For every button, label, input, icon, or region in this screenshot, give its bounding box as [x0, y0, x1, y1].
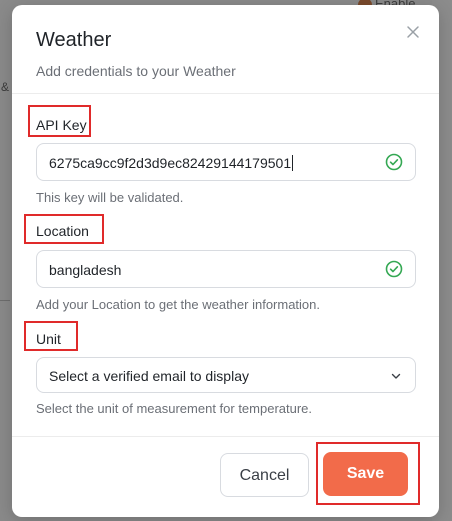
chevron-down-icon	[391, 373, 401, 379]
dialog-subtitle: Add credentials to your Weather	[36, 63, 236, 79]
header-divider	[12, 93, 439, 94]
text-cursor	[292, 155, 294, 171]
api-key-help: This key will be validated.	[36, 190, 184, 205]
api-key-label: API Key	[36, 117, 87, 133]
api-key-input[interactable]: 6275ca9cc9f2d3d9ec82429144179501	[36, 143, 416, 181]
close-button[interactable]	[405, 24, 421, 40]
background-divider	[0, 300, 10, 301]
location-label: Location	[36, 223, 89, 239]
location-value: bangladesh	[49, 262, 122, 278]
weather-credentials-dialog: Weather Add credentials to your Weather …	[12, 5, 439, 517]
background-left-fragment: &	[1, 80, 10, 94]
check-circle-icon	[385, 260, 403, 278]
close-icon	[407, 26, 419, 38]
save-button[interactable]: Save	[323, 452, 408, 496]
location-help: Add your Location to get the weather inf…	[36, 297, 321, 312]
api-key-value: 6275ca9cc9f2d3d9ec82429144179501	[49, 155, 294, 171]
footer-divider	[12, 436, 439, 437]
unit-help: Select the unit of measurement for tempe…	[36, 401, 313, 416]
unit-select[interactable]: Select a verified email to display	[36, 357, 416, 393]
cancel-button[interactable]: Cancel	[220, 453, 309, 497]
dialog-title: Weather	[36, 29, 112, 51]
dialog-header: Weather Add credentials to your Weather	[36, 27, 399, 80]
unit-select-placeholder: Select a verified email to display	[49, 368, 249, 384]
check-circle-icon	[385, 153, 403, 171]
unit-label: Unit	[36, 331, 61, 347]
location-input[interactable]: bangladesh	[36, 250, 416, 288]
